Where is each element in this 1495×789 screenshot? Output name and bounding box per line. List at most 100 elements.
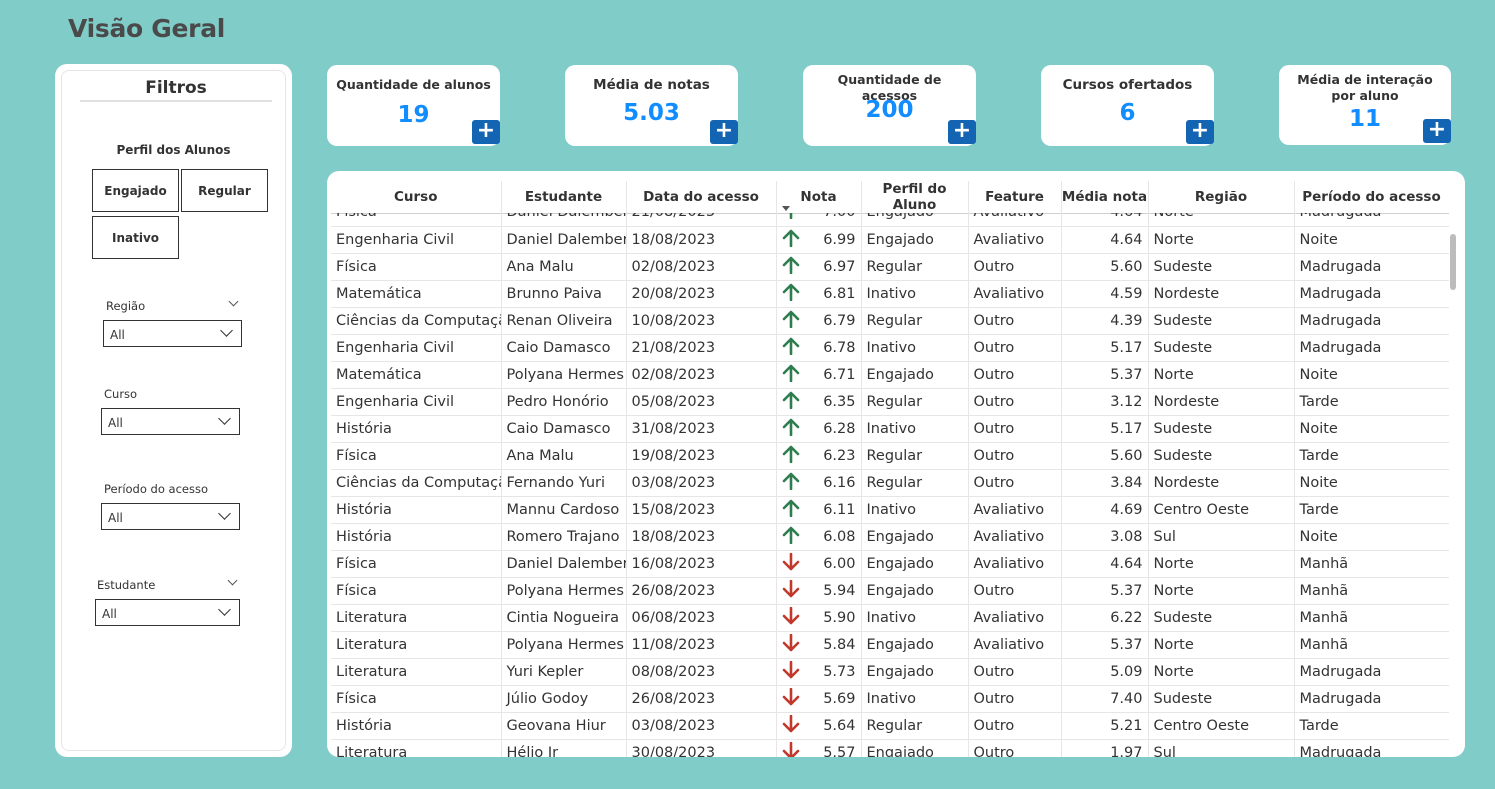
column-header-estudante[interactable]: Estudante (501, 181, 627, 214)
arrow-up-icon (782, 364, 800, 386)
arrow-up-icon (782, 337, 800, 359)
column-header-data[interactable]: Data do acesso (626, 181, 777, 214)
table-row[interactable]: Ciências da Computação Fernando Yuri 03/08… (331, 469, 1449, 497)
cell-data: 26/08/2023 (626, 685, 777, 713)
filter-panel-title: Filtros (80, 78, 272, 102)
table-row[interactable]: Literatura Hélio Jr 30/08/2023 5.57 Engajado… (331, 739, 1449, 757)
cell-estudante: Ana Malu (501, 253, 627, 281)
cell-estudante: Geovana Hiur (501, 712, 627, 740)
plus-icon[interactable]: + (948, 120, 976, 144)
cell-estudante: Polyana Hermes (501, 361, 627, 389)
cell-perfil: Engajado (861, 658, 969, 686)
table-row[interactable]: História Romero Trajano 18/08/2023 6.08 Enga… (331, 523, 1449, 551)
table-row[interactable]: Literatura Cintia Nogueira 06/08/2023 5.90 I… (331, 604, 1449, 632)
table-row[interactable]: Matemática Polyana Hermes 02/08/2023 6.71 En… (331, 361, 1449, 389)
cell-perfil: Regular (861, 253, 969, 281)
plus-icon[interactable]: + (472, 120, 500, 144)
table-row[interactable]: Engenharia Civil Caio Damasco 21/08/2023 6.… (331, 334, 1449, 362)
cell-nota-value: 5.84 (823, 636, 856, 653)
table-row[interactable]: Literatura Polyana Hermes 11/08/2023 5.84 En… (331, 631, 1449, 659)
column-header-nota-label: Nota (800, 189, 837, 205)
cell-nota: 6.78 (776, 334, 862, 362)
profile-button-inativo[interactable]: Inativo (92, 216, 179, 259)
cell-perfil: Regular (861, 307, 969, 335)
cell-periodo: Noite (1294, 523, 1449, 551)
table-row[interactable]: Física Ana Malu 02/08/2023 6.97 Regular Outro… (331, 253, 1449, 281)
cell-nota-value: 5.64 (823, 717, 856, 734)
regiao-dropdown[interactable]: All (103, 320, 242, 347)
cell-estudante: Hélio Jr (501, 739, 627, 757)
cell-estudante: Daniel Dalembert (501, 550, 627, 578)
profile-button-regular[interactable]: Regular (181, 169, 268, 212)
cell-regiao: Nordeste (1148, 469, 1295, 497)
table-row[interactable]: Física Ana Malu 19/08/2023 6.23 Regular Outro… (331, 442, 1449, 470)
data-table-panel: Curso Estudante Data do acesso Nota Perf… (327, 171, 1465, 757)
cell-nota: 6.23 (776, 442, 862, 470)
cell-perfil: Regular (861, 712, 969, 740)
arrow-up-icon (782, 283, 800, 305)
cell-estudante: Polyana Hermes (501, 577, 627, 605)
kpi-title: Média de interação por aluno (1297, 72, 1433, 103)
table-row[interactable]: Engenharia Civil Daniel Dalembert 18/08/20… (331, 226, 1449, 254)
cell-curso: Física (331, 442, 502, 470)
column-header-regiao[interactable]: Região (1148, 181, 1295, 214)
table-row[interactable]: Literatura Yuri Kepler 08/08/2023 5.73 Engaj… (331, 658, 1449, 686)
arrow-up-icon (782, 499, 800, 521)
plus-icon[interactable]: + (710, 120, 738, 144)
arrow-down-icon (782, 687, 800, 710)
chevron-down-icon (218, 507, 231, 520)
cell-regiao: Sudeste (1148, 307, 1295, 335)
cell-perfil: Inativo (861, 604, 969, 632)
arrow-down-icon (782, 633, 800, 656)
cell-media: 4.64 (1061, 550, 1149, 578)
cell-perfil: Engajado (861, 523, 969, 551)
column-header-feature[interactable]: Feature (968, 181, 1062, 214)
cell-nota-value: 6.16 (823, 474, 856, 491)
table-row[interactable]: Física Polyana Hermes 26/08/2023 5.94 Engaja… (331, 577, 1449, 605)
plus-icon[interactable]: + (1423, 119, 1451, 143)
cell-periodo: Madrugada (1294, 658, 1449, 686)
cell-data: 16/08/2023 (626, 550, 777, 578)
cell-perfil: Engajado (861, 361, 969, 389)
cell-media: 5.17 (1061, 415, 1149, 443)
cell-nota-value: 5.73 (823, 663, 856, 680)
table-row[interactable]: Ciências da Computação Renan Oliveira 10/0… (331, 307, 1449, 335)
page-title: Visão Geral (68, 14, 226, 43)
table-row[interactable]: Física Daniel Dalembert 16/08/2023 6.00 Enga… (331, 550, 1449, 578)
column-header-nota[interactable]: Nota (776, 181, 862, 214)
arrow-down-icon (782, 579, 800, 602)
cell-media: 4.64 (1061, 213, 1149, 227)
cell-nota-value: 6.08 (823, 528, 856, 545)
table-row[interactable]: História Mannu Cardoso 15/08/2023 6.11 Inati… (331, 496, 1449, 524)
plus-icon[interactable]: + (1186, 120, 1214, 144)
cell-curso: História (331, 496, 502, 524)
cell-estudante: Yuri Kepler (501, 658, 627, 686)
cell-periodo: Tarde (1294, 496, 1449, 524)
table-row[interactable]: Matemática Brunno Paiva 20/08/2023 6.81 Inat… (331, 280, 1449, 308)
profile-button-engajado[interactable]: Engajado (92, 169, 179, 212)
cell-media: 3.08 (1061, 523, 1149, 551)
cell-regiao: Sudeste (1148, 253, 1295, 281)
table-body-viewport[interactable]: FísicaDaniel Dalembert21/08/20237.00Enga… (331, 213, 1449, 757)
cell-estudante: Daniel Dalembert (501, 226, 627, 254)
periodo-dropdown[interactable]: All (101, 503, 240, 530)
curso-dropdown[interactable]: All (101, 408, 240, 435)
cell-curso: Física (331, 685, 502, 713)
cell-nota-value: 5.94 (823, 582, 856, 599)
table-row[interactable]: Física Júlio Godoy 26/08/2023 5.69 Inativo Ou… (331, 685, 1449, 713)
cell-curso: Física (331, 213, 502, 227)
table-scrollbar[interactable] (1450, 234, 1456, 290)
table-row[interactable]: História Geovana Hiur 03/08/2023 5.64 Regula… (331, 712, 1449, 740)
table-row[interactable]: FísicaDaniel Dalembert21/08/2023 7.00 Enga… (331, 213, 1449, 227)
cell-data: 08/08/2023 (626, 658, 777, 686)
cell-nota-value: 6.35 (823, 393, 856, 410)
cell-feature: Avaliativo (968, 523, 1062, 551)
estudante-dropdown[interactable]: All (95, 599, 240, 626)
column-header-curso[interactable]: Curso (331, 181, 502, 214)
column-header-perfil[interactable]: Perfil do Aluno (861, 181, 969, 214)
cell-periodo: Manhã (1294, 550, 1449, 578)
column-header-media[interactable]: Média nota (1061, 181, 1149, 214)
column-header-periodo[interactable]: Período do acesso (1294, 181, 1449, 214)
table-row[interactable]: História Caio Damasco 31/08/2023 6.28 Inativ… (331, 415, 1449, 443)
table-row[interactable]: Engenharia Civil Pedro Honório 05/08/2023 6… (331, 388, 1449, 416)
